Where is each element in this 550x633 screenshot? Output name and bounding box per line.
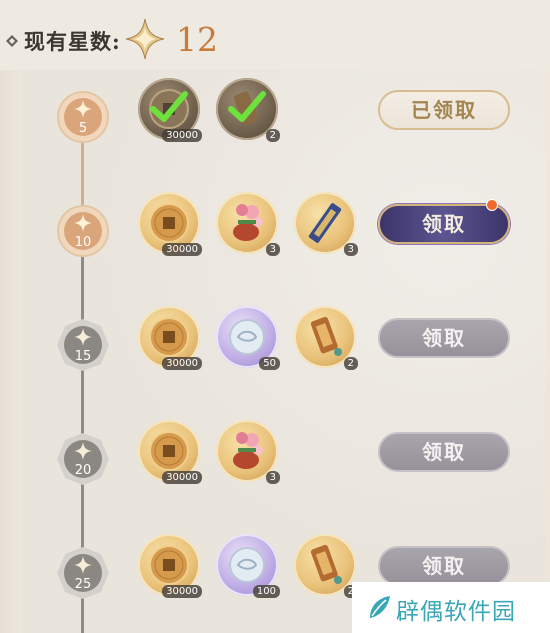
star-icon [125, 18, 165, 60]
claim-button-disabled[interactable]: 领取 [378, 546, 510, 586]
claimed-button[interactable]: 已领取 [378, 90, 510, 130]
notification-dot [486, 199, 498, 211]
reward-count: 2 [265, 129, 280, 142]
checkmark-icon [228, 91, 266, 122]
star-count-label: 现有星数: [24, 29, 121, 54]
tier-stars-label: 25 [74, 577, 92, 592]
tier-stars-label: 20 [74, 463, 92, 478]
leaf-logo-icon [370, 596, 390, 618]
reward-item[interactable]: 2 [294, 306, 358, 370]
tier-node-20: 20 [56, 432, 110, 486]
reward-count: 30000 [162, 129, 202, 142]
reward-item[interactable]: 2 [216, 78, 280, 142]
left-edge-decoration [0, 70, 22, 633]
star-reward-panel[interactable]: 5 30000 2 已领取 10 30000 3 3 领取 15 30000 5… [22, 70, 546, 633]
checkmark-icon [150, 91, 188, 122]
reward-item[interactable]: 3 [294, 192, 358, 256]
tier-node-10: 10 [56, 204, 110, 258]
tier-node-25: 25 [56, 546, 110, 600]
watermark: 辟偶软件园 [352, 582, 550, 633]
tier-stars-label: 10 [74, 235, 92, 250]
reward-item[interactable]: 3 [216, 420, 280, 484]
tier-node-5: 5 [56, 90, 110, 144]
watermark-text: 辟偶软件园 [396, 599, 516, 625]
reward-item[interactable]: 30000 [138, 534, 202, 598]
reward-count: 3 [265, 471, 280, 484]
reward-count: 30000 [162, 471, 202, 484]
reward-count: 30000 [162, 585, 202, 598]
reward-count: 3 [343, 243, 358, 256]
reward-count: 30000 [162, 243, 202, 256]
star-count-value: 12 [176, 20, 218, 59]
star-header: 现有星数: 12 [0, 0, 550, 70]
reward-item[interactable]: 30000 [138, 306, 202, 370]
reward-count: 50 [259, 357, 280, 370]
reward-item[interactable]: 30000 [138, 78, 202, 142]
tier-node-15: 15 [56, 318, 110, 372]
reward-item[interactable]: 30000 [138, 420, 202, 484]
reward-item[interactable]: 50 [216, 306, 280, 370]
reward-count: 2 [343, 357, 358, 370]
reward-item[interactable]: 3 [216, 192, 280, 256]
reward-count: 100 [252, 585, 280, 598]
tier-stars-label: 15 [74, 349, 92, 364]
diamond-bullet-icon [6, 35, 18, 47]
reward-count: 30000 [162, 357, 202, 370]
reward-item[interactable]: 100 [216, 534, 280, 598]
claim-button-disabled[interactable]: 领取 [378, 318, 510, 358]
reward-item[interactable]: 2 [294, 534, 358, 598]
reward-count: 3 [265, 243, 280, 256]
tier-stars-label: 5 [78, 121, 88, 136]
reward-item[interactable]: 30000 [138, 192, 202, 256]
claim-button-disabled[interactable]: 领取 [378, 432, 510, 472]
